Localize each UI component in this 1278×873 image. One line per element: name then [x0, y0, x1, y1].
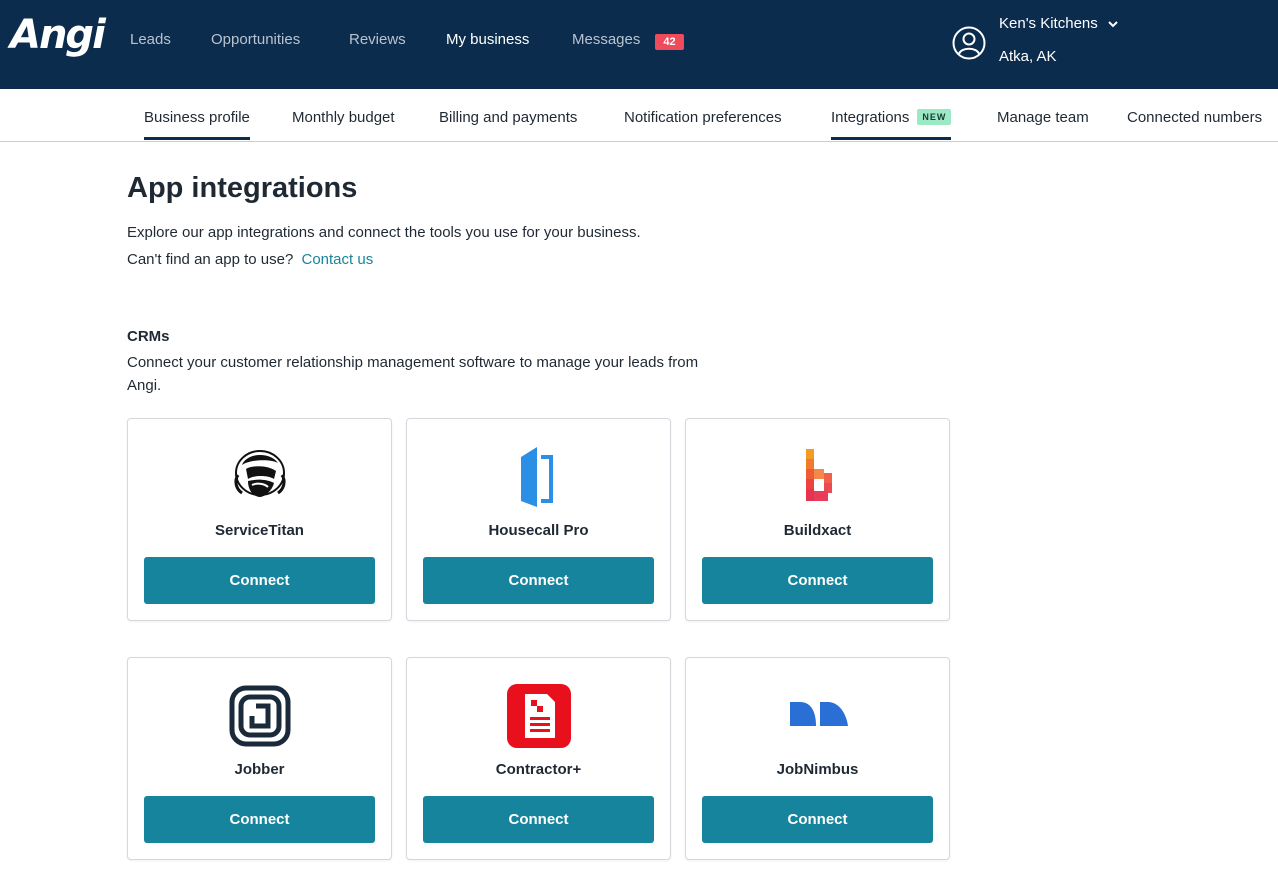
- jobnimbus-logo-icon: [790, 702, 848, 726]
- integration-card-servicetitan: ServiceTitan Connect: [127, 418, 392, 621]
- page-title: App integrations: [127, 172, 358, 204]
- app-name: Housecall Pro: [488, 522, 589, 539]
- nav-my-business[interactable]: My business: [446, 31, 529, 48]
- nav-opportunities[interactable]: Opportunities: [211, 31, 300, 48]
- integration-card-jobber: Jobber Connect: [127, 657, 392, 860]
- cant-find-label: Can't find an app to use?: [127, 251, 294, 268]
- messages-count-badge: 42: [655, 34, 684, 50]
- integration-card-housecall-pro: Housecall Pro Connect: [406, 418, 671, 621]
- app-name: JobNimbus: [776, 761, 859, 778]
- housecall-pro-logo-icon: [521, 447, 553, 507]
- connect-buildxact-button[interactable]: Connect: [702, 557, 933, 604]
- tab-business-profile[interactable]: Business profile: [144, 109, 250, 140]
- tab-monthly-budget[interactable]: Monthly budget: [292, 109, 395, 137]
- tab-billing-and-payments[interactable]: Billing and payments: [439, 109, 577, 137]
- tab-notification-preferences[interactable]: Notification preferences: [624, 109, 782, 137]
- account-location: Atka, AK: [999, 48, 1057, 65]
- nav-reviews[interactable]: Reviews: [349, 31, 406, 48]
- jobber-logo-icon: [229, 685, 291, 747]
- crms-section-description: Connect your customer relationship manag…: [127, 354, 699, 394]
- tab-integrations-label: Integrations: [831, 109, 910, 126]
- buildxact-logo-icon: [806, 449, 832, 501]
- contractor-plus-logo-icon: [507, 684, 571, 748]
- connect-jobber-button[interactable]: Connect: [144, 796, 375, 843]
- app-name: Buildxact: [783, 522, 852, 539]
- servicetitan-logo-icon: [234, 450, 286, 497]
- angi-logo[interactable]: Angi: [10, 12, 106, 58]
- top-navigation-bar: Angi Leads Opportunities Reviews My busi…: [0, 0, 1278, 89]
- integration-card-buildxact: Buildxact Connect: [685, 418, 950, 621]
- new-badge: NEW: [917, 109, 952, 125]
- tab-integrations[interactable]: Integrations NEW: [831, 109, 952, 140]
- contact-us-link[interactable]: Contact us: [302, 251, 374, 268]
- app-name: Jobber: [234, 761, 285, 778]
- cant-find-text: Can't find an app to use? Contact us: [127, 251, 373, 268]
- tab-connected-numbers[interactable]: Connected numbers: [1127, 109, 1262, 137]
- nav-leads[interactable]: Leads: [130, 31, 171, 48]
- account-name[interactable]: Ken's Kitchens: [999, 15, 1098, 32]
- tab-manage-team[interactable]: Manage team: [997, 109, 1089, 137]
- connect-servicetitan-button[interactable]: Connect: [144, 557, 375, 604]
- app-name: ServiceTitan: [215, 522, 304, 539]
- integration-card-jobnimbus: JobNimbus Connect: [685, 657, 950, 860]
- connect-contractor-plus-button[interactable]: Connect: [423, 796, 654, 843]
- crms-section-title: CRMs: [127, 328, 170, 345]
- page-intro: Explore our app integrations and connect…: [127, 224, 641, 241]
- business-subtabs: Business profile Monthly budget Billing …: [0, 89, 1278, 142]
- nav-messages[interactable]: Messages: [572, 31, 640, 48]
- chevron-down-icon[interactable]: [1108, 20, 1118, 28]
- app-name: Contractor+: [495, 761, 582, 778]
- integration-card-contractor-plus: Contractor+ Connect: [406, 657, 671, 860]
- connect-jobnimbus-button[interactable]: Connect: [702, 796, 933, 843]
- user-circle-icon[interactable]: [952, 26, 986, 60]
- connect-housecall-pro-button[interactable]: Connect: [423, 557, 654, 604]
